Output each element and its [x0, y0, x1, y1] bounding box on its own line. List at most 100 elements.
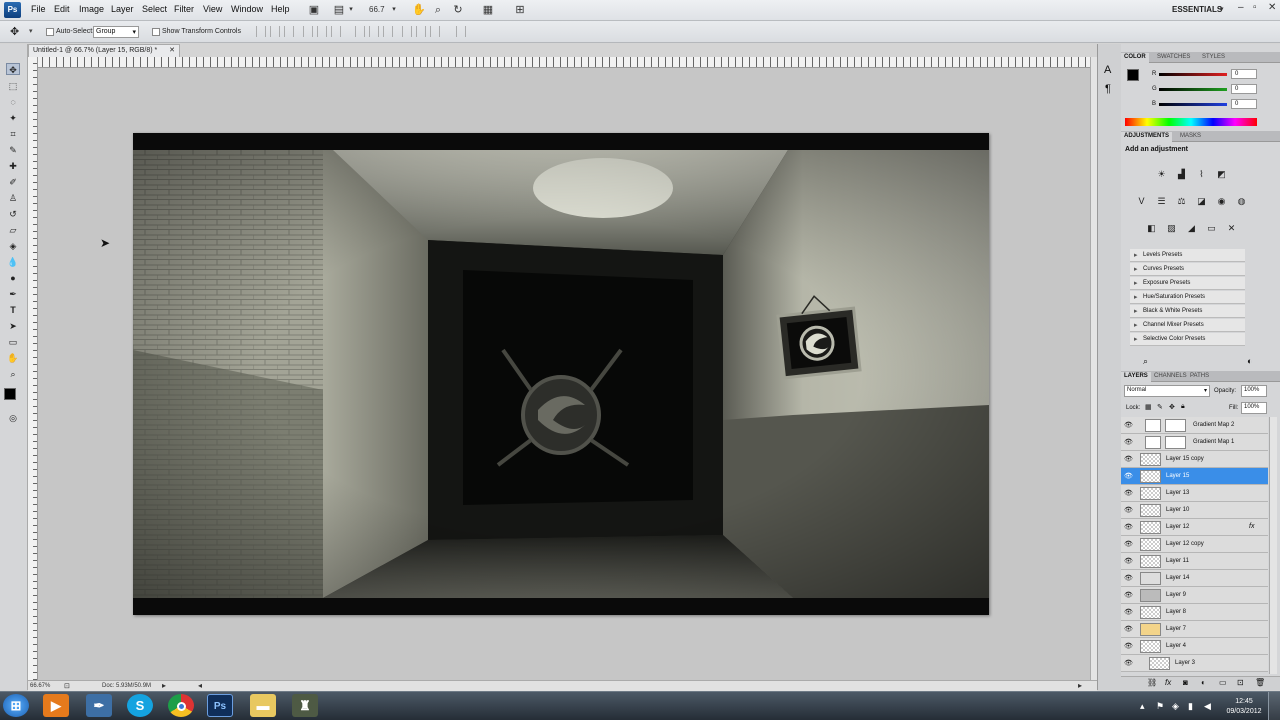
- lasso-tool-icon[interactable]: ◌: [6, 96, 20, 108]
- tab-layers[interactable]: LAYERS: [1121, 372, 1151, 382]
- minimize-icon[interactable]: –: [1238, 2, 1244, 13]
- healing-brush-tool-icon[interactable]: ✚: [6, 160, 20, 172]
- auto-select-dropdown[interactable]: Group ▾: [93, 26, 139, 38]
- zoom-tool-icon[interactable]: ⌕: [6, 368, 20, 380]
- visibility-eye-icon[interactable]: 👁: [1124, 659, 1133, 667]
- slider-blue[interactable]: [1159, 103, 1227, 106]
- tool-app-icon[interactable]: ♜: [292, 694, 318, 717]
- visibility-eye-icon[interactable]: 👁: [1124, 472, 1133, 480]
- layer-row-layer-10[interactable]: 👁 Layer 10: [1121, 502, 1268, 519]
- document-tab[interactable]: Untitled-1 @ 66.7% (Layer 15, RGB/8) * ✕: [28, 44, 180, 57]
- close-icon[interactable]: ✕: [1268, 2, 1276, 13]
- new-adjustment-icon[interactable]: ◐: [1201, 678, 1206, 687]
- photoshop-logo[interactable]: Ps: [4, 2, 21, 18]
- visibility-eye-icon[interactable]: 👁: [1124, 557, 1133, 565]
- visibility-eye-icon[interactable]: 👁: [1124, 591, 1133, 599]
- color-balance-icon[interactable]: ⚖: [1175, 195, 1188, 208]
- slider-green[interactable]: [1159, 88, 1227, 91]
- tab-styles[interactable]: STYLES: [1199, 53, 1228, 63]
- marquee-tool-icon[interactable]: ⬚: [6, 80, 20, 92]
- distribute-top-icon[interactable]: [355, 26, 365, 37]
- input-red[interactable]: 0: [1231, 69, 1257, 79]
- layer-row-layer-3[interactable]: 👁 Layer 3: [1121, 655, 1268, 672]
- visibility-eye-icon[interactable]: 👁: [1124, 506, 1133, 514]
- layer-row-layer-15[interactable]: 👁 Layer 15: [1121, 468, 1268, 485]
- gradient-map-icon[interactable]: ▭: [1205, 222, 1218, 235]
- align-right-icon[interactable]: [331, 26, 341, 37]
- show-desktop-button[interactable]: [1268, 692, 1280, 720]
- rotate-view-icon[interactable]: ↻: [451, 3, 465, 17]
- extras-icon[interactable]: ⊞: [513, 3, 527, 17]
- magic-wand-tool-icon[interactable]: ✦: [6, 112, 20, 124]
- visibility-eye-icon[interactable]: 👁: [1124, 642, 1133, 650]
- visibility-eye-icon[interactable]: 👁: [1124, 489, 1133, 497]
- hand-tool-icon[interactable]: ✋: [6, 352, 20, 364]
- quick-mask-icon[interactable]: ◎: [6, 412, 20, 424]
- network-icon[interactable]: ▮: [1188, 701, 1193, 712]
- menu-select[interactable]: Select: [142, 4, 167, 14]
- type-tool-icon[interactable]: T: [6, 304, 20, 316]
- threshold-icon[interactable]: ◢: [1185, 222, 1198, 235]
- new-layer-icon[interactable]: ⊡: [1237, 678, 1244, 687]
- distribute-left-icon[interactable]: [402, 26, 412, 37]
- zoom-tool-icon[interactable]: ⌕: [431, 3, 445, 17]
- crop-tool-icon[interactable]: ⌗: [6, 128, 20, 140]
- close-icon[interactable]: ✕: [169, 46, 175, 54]
- visibility-eye-icon[interactable]: 👁: [1124, 540, 1133, 548]
- preset-hue-saturation[interactable]: Hue/Saturation Presets: [1130, 291, 1245, 304]
- layer-row-gradient-map-1[interactable]: 👁 Gradient Map 1: [1121, 434, 1268, 451]
- volume-icon[interactable]: ◀: [1204, 701, 1211, 712]
- foreground-color-swatch[interactable]: [4, 388, 16, 400]
- distribute-vcenter-icon[interactable]: [369, 26, 379, 37]
- align-top-icon[interactable]: [256, 26, 266, 37]
- menu-layer[interactable]: Layer: [111, 4, 134, 14]
- inkscape-icon[interactable]: ✒: [86, 694, 112, 717]
- blend-mode-dropdown[interactable]: Normal ▾: [1124, 385, 1210, 397]
- vibrance-icon[interactable]: V: [1135, 195, 1148, 208]
- eraser-tool-icon[interactable]: ▱: [6, 224, 20, 236]
- preset-exposure[interactable]: Exposure Presets: [1130, 277, 1245, 290]
- slider-red[interactable]: [1159, 73, 1227, 76]
- menu-file[interactable]: File: [31, 4, 46, 14]
- layer-row-gradient-map-2[interactable]: 👁 Gradient Map 2: [1121, 417, 1268, 434]
- menu-view[interactable]: View: [203, 4, 222, 14]
- brightness-icon[interactable]: ☀: [1155, 168, 1168, 181]
- blur-tool-icon[interactable]: 💧: [6, 256, 20, 268]
- tray-arrow-icon[interactable]: ▴: [1140, 701, 1145, 712]
- layer-row-layer-12[interactable]: 👁 Layer 12 fx: [1121, 519, 1268, 536]
- preset-black-white[interactable]: Black & White Presets: [1130, 305, 1245, 318]
- add-mask-icon[interactable]: ◙: [1183, 678, 1188, 687]
- layer-row-layer-11[interactable]: 👁 Layer 11: [1121, 553, 1268, 570]
- opacity-field[interactable]: 100%: [1241, 385, 1267, 397]
- auto-align-icon[interactable]: [456, 26, 466, 37]
- fill-field[interactable]: 100%: [1241, 402, 1267, 414]
- tray-app-icon[interactable]: ◈: [1172, 701, 1179, 712]
- align-left-icon[interactable]: [303, 26, 313, 37]
- tab-adjustments[interactable]: ADJUSTMENTS: [1121, 132, 1173, 142]
- lock-all-icon[interactable]: 🔒︎: [1181, 403, 1185, 411]
- input-green[interactable]: 0: [1231, 84, 1257, 94]
- photoshop-taskbar-icon[interactable]: Ps: [207, 694, 233, 717]
- workspace-dropdown-icon[interactable]: ▾: [1220, 5, 1224, 13]
- layer-row-layer-9[interactable]: 👁 Layer 9: [1121, 587, 1268, 604]
- menu-edit[interactable]: Edit: [54, 4, 70, 14]
- delete-layer-icon[interactable]: 🗑: [1255, 678, 1265, 687]
- character-panel-icon[interactable]: A: [1104, 64, 1111, 76]
- paint-bucket-tool-icon[interactable]: ◈: [6, 240, 20, 252]
- visibility-eye-icon[interactable]: 👁: [1124, 574, 1133, 582]
- status-menu-arrow-icon[interactable]: ▸: [162, 681, 166, 690]
- preset-selective-color[interactable]: Selective Color Presets: [1130, 333, 1245, 346]
- layer-mask-thumbnail[interactable]: [1165, 419, 1186, 432]
- clone-stamp-tool-icon[interactable]: ♙: [6, 192, 20, 204]
- workspace-switcher[interactable]: ESSENTIALS: [1172, 5, 1222, 14]
- return-to-list-icon[interactable]: ⌕: [1143, 356, 1148, 367]
- preset-levels[interactable]: Levels Presets: [1130, 249, 1245, 262]
- layer-row-layer-14[interactable]: 👁 Layer 14: [1121, 570, 1268, 587]
- menu-filter[interactable]: Filter: [174, 4, 194, 14]
- media-player-icon[interactable]: ▶: [43, 694, 69, 717]
- eyedropper-tool-icon[interactable]: ✎: [6, 144, 20, 156]
- posterize-icon[interactable]: ▨: [1165, 222, 1178, 235]
- zoom-level-field[interactable]: 66.7: [369, 5, 385, 14]
- skype-icon[interactable]: S: [127, 694, 153, 717]
- color-spectrum-bar[interactable]: [1125, 118, 1257, 126]
